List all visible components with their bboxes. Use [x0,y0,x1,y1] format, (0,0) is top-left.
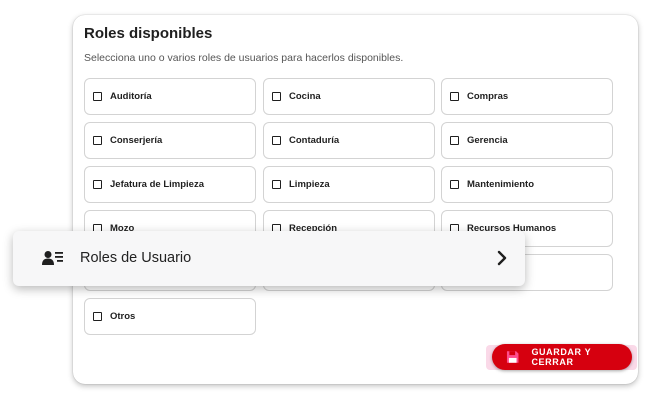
role-label: Otros [110,311,136,322]
save-and-close-button[interactable]: GUARDAR Y CERRAR [492,344,632,370]
role-option-cocina[interactable]: Cocina [263,78,435,115]
role-option-mantenimiento[interactable]: Mantenimiento [441,166,613,203]
checkbox-icon[interactable] [450,92,459,101]
checkbox-icon[interactable] [272,180,281,189]
checkbox-icon[interactable] [272,92,281,101]
role-option-otros[interactable]: Otros [84,298,256,335]
role-label: Conserjería [110,135,163,146]
save-button-label: GUARDAR Y CERRAR [531,347,592,367]
user-list-icon [42,251,63,265]
checkbox-icon[interactable] [93,180,102,189]
role-option-compras[interactable]: Compras [441,78,613,115]
checkbox-icon[interactable] [93,312,102,321]
chevron-right-icon [497,250,507,266]
panel-subtitle: Selecciona uno o varios roles de usuario… [84,52,404,64]
role-label: Compras [467,91,509,102]
role-label: Gerencia [467,135,508,146]
role-option-contaduria[interactable]: Contaduría [263,122,435,159]
role-label: Jefatura de Limpieza [110,179,204,190]
role-label: Limpieza [289,179,330,190]
floppy-disk-icon [506,351,519,363]
role-option-auditoria[interactable]: Auditoría [84,78,256,115]
role-label: Cocina [289,91,321,102]
role-label: Contaduría [289,135,340,146]
checkbox-icon[interactable] [450,180,459,189]
role-option-gerencia[interactable]: Gerencia [441,122,613,159]
checkbox-icon[interactable] [93,92,102,101]
checkbox-icon[interactable] [272,136,281,145]
panel-title: Roles disponibles [84,25,213,42]
nav-item-roles-de-usuario[interactable]: Roles de Usuario [13,231,525,286]
role-option-jefatura-de-limpieza[interactable]: Jefatura de Limpieza [84,166,256,203]
checkbox-icon[interactable] [93,136,102,145]
role-option-conserjeria[interactable]: Conserjería [84,122,256,159]
nav-item-label: Roles de Usuario [80,250,192,266]
role-option-limpieza[interactable]: Limpieza [263,166,435,203]
role-label: Mantenimiento [467,179,535,190]
role-label: Auditoría [110,91,152,102]
checkbox-icon[interactable] [450,136,459,145]
